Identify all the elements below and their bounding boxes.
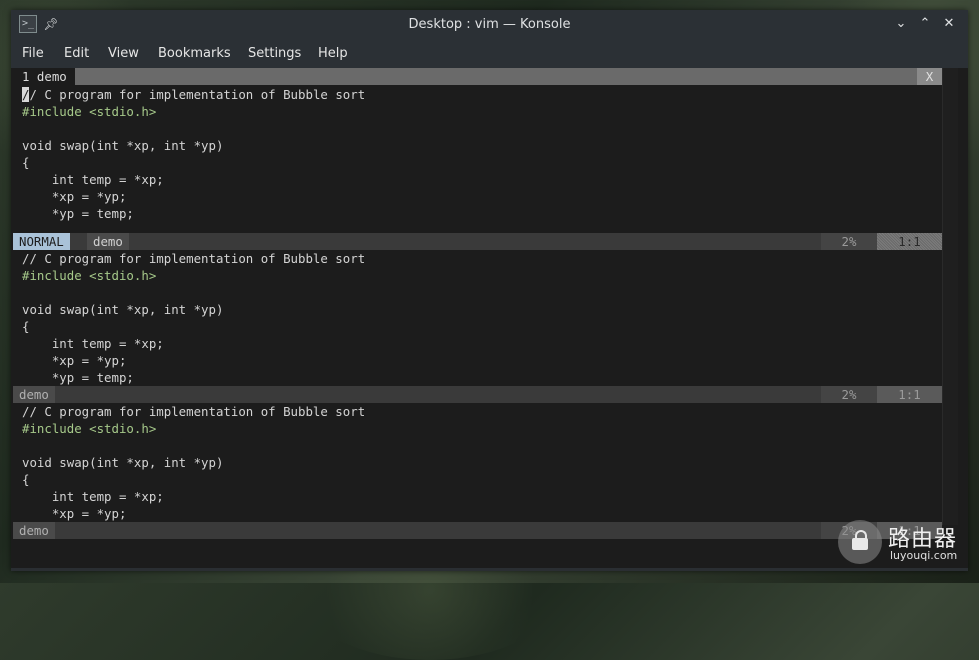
code-line: *xp = *yp;	[22, 189, 127, 204]
menu-help[interactable]: Help	[318, 46, 348, 61]
menu-file[interactable]: File	[22, 46, 44, 61]
code-line-text: / C program for implementation of Bubble…	[29, 87, 366, 102]
code-line: int temp = *xp;	[22, 172, 164, 187]
menu-view[interactable]: View	[108, 46, 139, 61]
menu-edit[interactable]: Edit	[64, 46, 89, 61]
code-line: {	[22, 472, 30, 487]
code-line: // C program for implementation of Bubbl…	[22, 251, 366, 266]
close-icon[interactable]: ✕	[939, 14, 959, 34]
code-line: int temp = *xp;	[22, 489, 164, 504]
code-line: // C program for implementation of Bubbl…	[22, 404, 366, 419]
title-bar[interactable]: >_ 📌︎ Desktop : vim — Konsole ⌄ ⌃ ✕	[11, 10, 968, 40]
code-line: *yp = temp;	[22, 370, 134, 385]
vim-status-filename: demo	[13, 386, 55, 403]
code-line: void swap(int *xp, int *yp)	[22, 455, 224, 470]
vim-tab-close-button[interactable]: X	[917, 68, 942, 85]
code-line: {	[22, 155, 30, 170]
code-line: #include <stdio.h>	[22, 421, 157, 436]
vim-status-percent: 2%	[821, 233, 877, 250]
konsole-window: >_ 📌︎ Desktop : vim — Konsole ⌄ ⌃ ✕ File…	[11, 10, 968, 571]
code-line: *xp = *yp;	[22, 506, 127, 521]
menu-bar: File Edit View Bookmarks Settings Help	[11, 40, 968, 68]
code-line: void swap(int *xp, int *yp)	[22, 302, 224, 317]
vim-status-position: 1:1	[877, 233, 942, 250]
vim-status-percent: 2%	[821, 386, 877, 403]
menu-settings[interactable]: Settings	[248, 46, 301, 61]
code-line: int temp = *xp;	[22, 336, 164, 351]
vim-mode-indicator: NORMAL	[13, 233, 70, 250]
window-title: Desktop : vim — Konsole	[408, 17, 571, 32]
code-line: {	[22, 319, 30, 334]
watermark: 路由器 luyouqi.com	[838, 520, 968, 566]
vim-status-filename: demo	[87, 233, 129, 250]
vim-statusline[interactable]: demo 2% 1:1	[13, 386, 942, 403]
terminal-scrollbar[interactable]	[942, 68, 958, 525]
watermark-logo	[838, 520, 882, 564]
vim-statusline-active[interactable]: NORMAL demo 2% 1:1	[13, 233, 942, 250]
vim-tab-active[interactable]: 1 demo	[11, 68, 75, 85]
code-line: // C program for implementation of Bubbl…	[22, 86, 365, 103]
terminal-view[interactable]: 1 demo X // C program for implementation…	[11, 68, 968, 568]
code-line: #include <stdio.h>	[22, 268, 157, 283]
maximize-icon[interactable]: ⌃	[915, 14, 935, 34]
vim-statusline[interactable]: demo 2% 1:1	[13, 522, 942, 539]
menu-bookmarks[interactable]: Bookmarks	[158, 46, 231, 61]
code-line: *yp = temp;	[22, 206, 134, 221]
code-line: *xp = *yp;	[22, 353, 127, 368]
minimize-icon[interactable]: ⌄	[891, 14, 911, 34]
code-line: void swap(int *xp, int *yp)	[22, 138, 224, 153]
vim-status-filename: demo	[13, 522, 55, 539]
code-line: #include <stdio.h>	[22, 104, 157, 119]
vim-status-position: 1:1	[877, 386, 942, 403]
watermark-url: luyouqi.com	[890, 549, 958, 562]
vim-tabline: 1 demo X	[11, 68, 942, 85]
